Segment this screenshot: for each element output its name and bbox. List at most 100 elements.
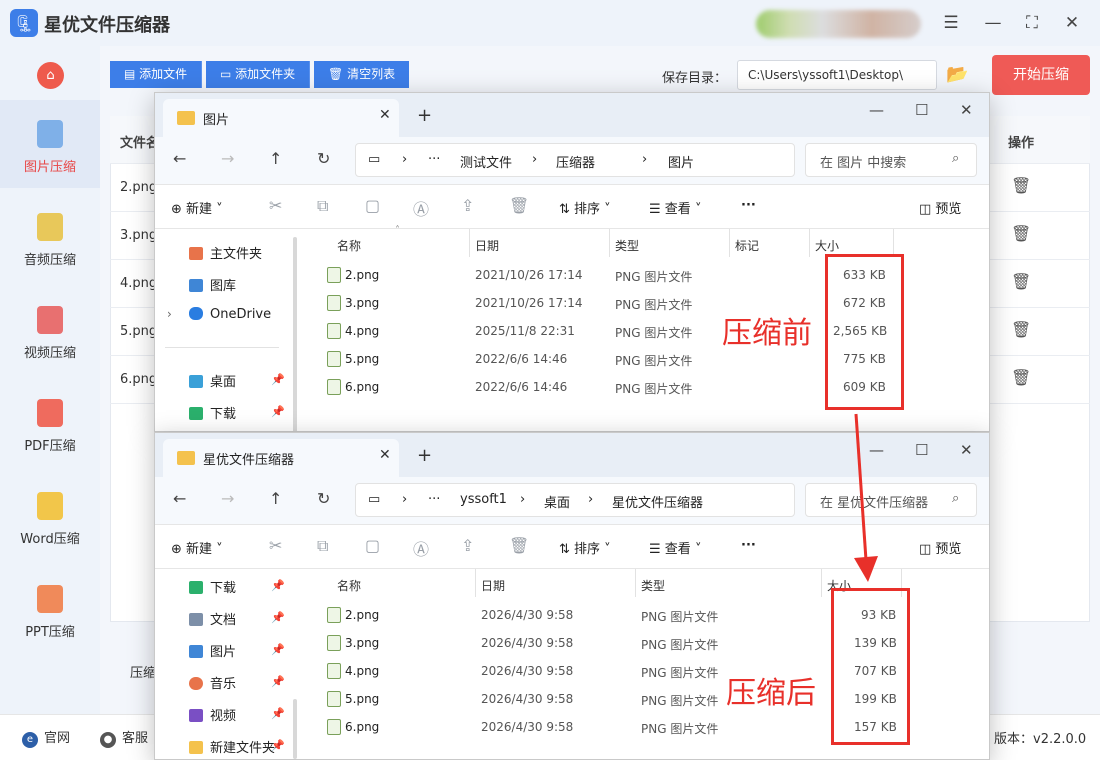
start-compress-button[interactable]: 开始压缩 [992,55,1090,95]
rename-icon[interactable]: Ⓐ [413,536,429,560]
home-icon[interactable]: ⌂ [37,62,64,89]
tab-compressor-folder[interactable]: 星优文件压缩器 ✕ [163,439,399,477]
user-avatar[interactable] [756,10,921,38]
refresh-icon[interactable]: ↻ [317,489,330,508]
new-tab-icon[interactable]: + [417,105,432,126]
copy-icon[interactable]: ⧉ [317,196,328,216]
col-divider[interactable] [469,229,470,257]
website-link[interactable]: e 官网 [22,727,70,748]
new-button[interactable]: ⊕ 新建 ˅ [171,538,223,557]
search-input[interactable]: 在 图片 中搜索 ⌕ [805,143,977,177]
col-header-date[interactable]: 日期 [475,237,499,254]
nav-item-desktop[interactable]: 桌面 [189,371,236,390]
pin-icon[interactable]: 📌 [271,405,285,418]
breadcrumb-ellipsis[interactable]: ··· [428,492,440,507]
col-header-name[interactable]: 名称 [337,237,361,254]
save-path-input[interactable]: C:\Users\yssoft1\Desktop\ [737,60,937,90]
forward-icon[interactable]: → [221,489,234,508]
pin-icon[interactable]: 📌 [271,739,285,752]
sort-button[interactable]: ⇅ 排序 ˅ [559,538,611,557]
clear-list-button[interactable]: 🗑 清空列表 [314,61,410,88]
forward-icon[interactable]: → [221,149,234,168]
breadcrumb-item[interactable]: yssoft1 [460,492,507,507]
col-header-size[interactable]: 大小 [815,237,839,254]
nav-item-documents[interactable]: 文档 [189,609,236,628]
new-tab-icon[interactable]: + [417,445,432,466]
breadcrumb-item[interactable]: 图片 [668,152,694,171]
sort-button[interactable]: ⇅ 排序 ˅ [559,198,611,217]
minimize-icon[interactable]: — [982,12,1004,34]
tab-close-icon[interactable]: ✕ [379,107,391,123]
scrollbar[interactable] [293,237,297,431]
up-icon[interactable]: ↑ [269,149,282,168]
nav-item-download[interactable]: 下载 [189,577,236,596]
view-button[interactable]: ☰ 查看 ˅ [649,538,701,557]
browse-folder-icon[interactable]: 📂 [946,64,968,85]
paste-icon[interactable]: ▢ [365,196,380,215]
nav-item-gallery[interactable]: 图库 [189,275,236,294]
col-header-tag[interactable]: 标记 [735,237,759,254]
maximize-icon[interactable]: ⛶ [1021,12,1043,34]
back-icon[interactable]: ← [173,489,186,508]
breadcrumb-item[interactable]: 测试文件 [460,152,512,171]
col-divider[interactable] [729,229,730,257]
col-divider[interactable] [821,569,822,597]
col-divider[interactable] [893,229,894,257]
tab-pictures[interactable]: 图片 ✕ [163,99,399,137]
address-bar[interactable]: ▭ › ··· yssoft1 › 桌面 › 星优文件压缩器 [355,483,795,517]
sidebar-item-audio[interactable]: 音频压缩 [0,193,100,281]
pin-icon[interactable]: 📌 [271,611,285,624]
nav-item-pictures[interactable]: 图片 [189,641,236,660]
sidebar-item-video[interactable]: 视频压缩 [0,286,100,374]
maximize-icon[interactable]: ☐ [915,441,928,459]
up-icon[interactable]: ↑ [269,489,282,508]
nav-item-music[interactable]: 音乐 [189,673,236,692]
col-divider[interactable] [635,569,636,597]
cut-icon[interactable]: ✂ [269,536,282,555]
col-divider[interactable] [609,229,610,257]
nav-item-onedrive[interactable]: OneDrive [189,307,271,322]
sidebar-item-ppt[interactable]: PPT压缩 [0,565,100,653]
preview-button[interactable]: ◫ 预览 [919,198,961,217]
delete-icon[interactable]: 🗑 [1011,368,1031,387]
share-icon[interactable]: ⇪ [461,536,474,555]
new-button[interactable]: ⊕ 新建 ˅ [171,198,223,217]
refresh-icon[interactable]: ↻ [317,149,330,168]
pin-icon[interactable]: 📌 [271,579,285,592]
col-header-name[interactable]: 名称 [337,577,361,594]
cut-icon[interactable]: ✂ [269,196,282,215]
delete-icon[interactable]: 🗑 [509,536,529,555]
delete-icon[interactable]: 🗑 [1011,224,1031,243]
pin-icon[interactable]: 📌 [271,707,285,720]
nav-item-home[interactable]: 主文件夹 [189,243,262,262]
scrollbar[interactable] [293,699,297,759]
share-icon[interactable]: ⇪ [461,196,474,215]
view-button[interactable]: ☰ 查看 ˅ [649,198,701,217]
col-header-type[interactable]: 类型 [641,577,665,594]
more-button[interactable]: ··· [741,198,756,213]
pin-icon[interactable]: 📌 [271,643,285,656]
add-folder-button[interactable]: ▭ 添加文件夹 [206,61,311,88]
delete-icon[interactable]: 🗑 [1011,176,1031,195]
delete-icon[interactable]: 🗑 [1011,320,1031,339]
sidebar-item-word[interactable]: Word压缩 [0,472,100,560]
add-file-button[interactable]: ▤ 添加文件 [110,61,203,88]
pin-icon[interactable]: 📌 [271,373,285,386]
pin-icon[interactable]: 📌 [271,675,285,688]
close-icon[interactable]: ✕ [960,101,973,119]
tab-close-icon[interactable]: ✕ [379,447,391,463]
rename-icon[interactable]: Ⓐ [413,196,429,220]
minimize-icon[interactable]: — [869,101,884,119]
sidebar-item-pdf[interactable]: PDF压缩 [0,379,100,467]
settings-icon[interactable]: ☰ [940,12,962,34]
delete-icon[interactable]: 🗑 [509,196,529,215]
nav-item-videos[interactable]: 视频 [189,705,236,724]
breadcrumb-item[interactable]: 压缩器 [556,152,595,171]
back-icon[interactable]: ← [173,149,186,168]
nav-item-new-folder[interactable]: 新建文件夹 [189,737,275,756]
col-header-type[interactable]: 类型 [615,237,639,254]
search-input[interactable]: 在 星优文件压缩器 ⌕ [805,483,977,517]
col-divider[interactable] [809,229,810,257]
copy-icon[interactable]: ⧉ [317,536,328,556]
breadcrumb-item[interactable]: 桌面 [544,492,570,511]
